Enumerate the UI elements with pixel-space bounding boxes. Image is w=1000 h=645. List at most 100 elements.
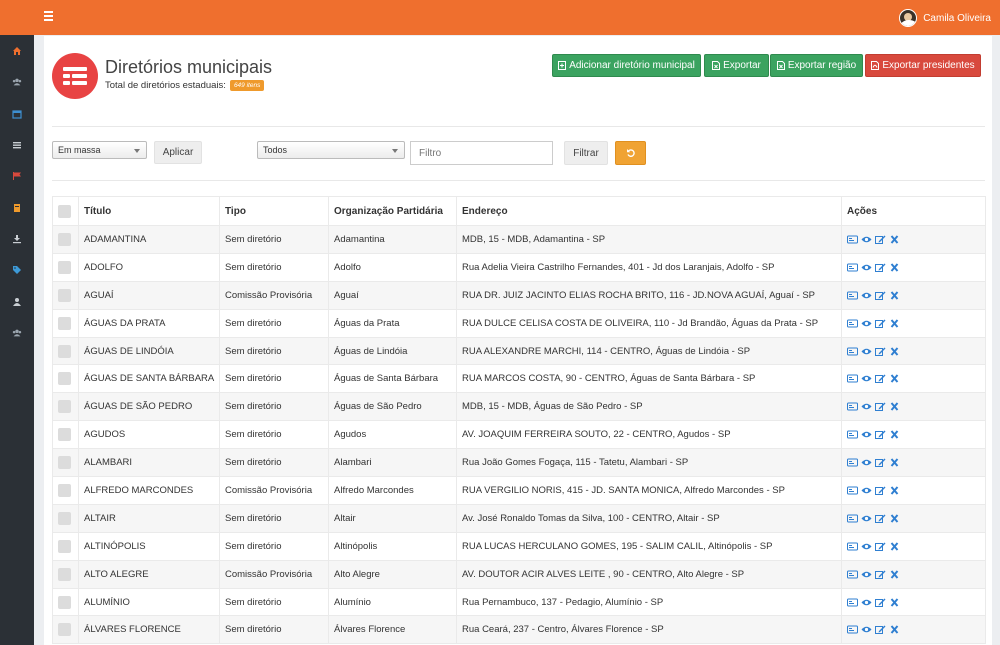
id-card-icon[interactable] <box>847 458 858 467</box>
delete-icon[interactable] <box>889 625 900 635</box>
select-all-checkbox[interactable] <box>58 204 71 218</box>
id-card-icon[interactable] <box>847 235 858 244</box>
view-icon[interactable] <box>861 235 872 244</box>
id-card-icon[interactable] <box>847 625 858 634</box>
sidebar-item-group[interactable] <box>0 323 34 343</box>
sidebar-item-home[interactable] <box>0 41 34 61</box>
row-checkbox[interactable] <box>58 539 71 553</box>
delete-icon[interactable] <box>889 263 900 272</box>
sidebar-item-download[interactable] <box>0 229 34 249</box>
view-icon[interactable] <box>861 458 872 467</box>
row-checkbox[interactable] <box>58 456 71 470</box>
apply-button[interactable]: Aplicar <box>154 141 202 164</box>
view-icon[interactable] <box>861 291 872 300</box>
id-card-icon[interactable] <box>847 598 858 607</box>
export-button[interactable]: Exportar <box>704 54 769 77</box>
edit-icon[interactable] <box>875 347 886 356</box>
delete-icon[interactable] <box>889 597 900 607</box>
edit-icon[interactable] <box>875 458 886 468</box>
table-row[interactable]: ÁGUAS DE SANTA BÁRBARA Sem diretório Águas… <box>52 364 986 394</box>
row-checkbox[interactable] <box>58 260 71 274</box>
table-row[interactable]: ÁGUAS DE SÃO PEDRO Sem diretório Águas de … <box>52 392 986 422</box>
view-icon[interactable] <box>861 570 872 579</box>
sidebar-item-flag[interactable] <box>0 166 34 186</box>
table-row[interactable]: AGUAÍ Comissão Provisória Aguaí RUA DR. JUI… <box>52 280 986 310</box>
table-row[interactable]: ÁLVARES FLORENCE Sem diretório Álvares Flo… <box>52 615 986 645</box>
delete-icon[interactable] <box>889 235 900 244</box>
delete-icon[interactable] <box>889 542 900 551</box>
row-checkbox[interactable] <box>58 372 71 386</box>
id-card-icon[interactable] <box>847 319 858 328</box>
row-checkbox[interactable] <box>58 483 71 497</box>
column-header-org[interactable]: Organização Partidária <box>328 196 457 226</box>
table-row[interactable]: ALFREDO MARCONDES Comissão Provisória Alfr… <box>52 476 986 505</box>
view-icon[interactable] <box>861 374 872 383</box>
edit-icon[interactable] <box>875 542 886 551</box>
view-icon[interactable] <box>861 319 872 328</box>
column-header-title[interactable]: Título <box>78 196 220 226</box>
view-icon[interactable] <box>861 514 872 523</box>
row-checkbox[interactable] <box>58 400 71 414</box>
row-checkbox[interactable] <box>58 567 71 581</box>
sidebar-item-user[interactable] <box>0 292 34 312</box>
sidebar-item-calendar[interactable] <box>0 104 34 124</box>
view-icon[interactable] <box>861 430 872 439</box>
id-card-icon[interactable] <box>847 430 858 439</box>
view-icon[interactable] <box>861 263 872 272</box>
row-checkbox[interactable] <box>58 316 71 330</box>
id-card-icon[interactable] <box>847 263 858 272</box>
edit-icon[interactable] <box>875 430 886 440</box>
export-region-button[interactable]: Exportar região <box>770 54 863 77</box>
id-card-icon[interactable] <box>847 570 858 579</box>
view-icon[interactable] <box>861 486 872 495</box>
view-icon[interactable] <box>861 598 872 607</box>
edit-icon[interactable] <box>875 570 886 579</box>
id-card-icon[interactable] <box>847 347 858 356</box>
delete-icon[interactable] <box>889 569 900 579</box>
row-checkbox[interactable] <box>58 511 71 525</box>
export-presidents-button[interactable]: Exportar presidentes <box>865 54 981 77</box>
view-icon[interactable] <box>861 542 872 551</box>
menu-toggle-icon[interactable] <box>44 11 54 24</box>
table-row[interactable]: ADAMANTINA Sem diretório Adamantina MDB, 15… <box>52 225 986 254</box>
row-checkbox[interactable] <box>58 428 71 442</box>
id-card-icon[interactable] <box>847 291 858 300</box>
sidebar-item-book[interactable] <box>0 198 34 218</box>
edit-icon[interactable] <box>875 514 886 523</box>
edit-icon[interactable] <box>875 374 886 384</box>
row-checkbox[interactable] <box>58 288 71 302</box>
delete-icon[interactable] <box>889 458 900 467</box>
table-row[interactable]: ÁGUAS DE LINDÓIA Sem diretório Águas de Li… <box>52 336 986 366</box>
edit-icon[interactable] <box>875 291 886 300</box>
view-icon[interactable] <box>861 347 872 356</box>
view-icon[interactable] <box>861 402 872 411</box>
sidebar-item-list[interactable] <box>0 135 34 155</box>
id-card-icon[interactable] <box>847 514 858 523</box>
reset-button[interactable] <box>615 141 646 165</box>
delete-icon[interactable] <box>889 374 900 384</box>
delete-icon[interactable] <box>889 514 900 523</box>
delete-icon[interactable] <box>889 430 900 439</box>
delete-icon[interactable] <box>889 346 900 356</box>
table-row[interactable]: ADOLFO Sem diretório Adolfo Rua Adelia Viei… <box>52 252 986 282</box>
id-card-icon[interactable] <box>847 542 858 551</box>
id-card-icon[interactable] <box>847 486 858 495</box>
filter-button[interactable]: Filtrar <box>564 141 608 165</box>
sidebar-item-tag[interactable] <box>0 260 34 280</box>
row-checkbox[interactable] <box>58 344 71 358</box>
edit-icon[interactable] <box>875 486 886 495</box>
bulk-action-select[interactable]: Em massa <box>52 141 147 159</box>
column-header-address[interactable]: Endereço <box>456 196 842 226</box>
user-menu[interactable]: Camila Oliveira <box>899 9 991 27</box>
id-card-icon[interactable] <box>847 374 858 383</box>
edit-icon[interactable] <box>875 402 886 412</box>
row-checkbox[interactable] <box>58 232 71 246</box>
edit-icon[interactable] <box>875 625 886 635</box>
delete-icon[interactable] <box>889 402 900 411</box>
table-row[interactable]: ALTAIR Sem diretório Altair Av. José Ronald… <box>52 503 986 533</box>
column-header-type[interactable]: Tipo <box>219 196 329 226</box>
sidebar-item-users[interactable] <box>0 72 34 92</box>
edit-icon[interactable] <box>875 598 886 607</box>
table-row[interactable]: AGUDOS Sem diretório Agudos AV. JOAQUIM FER… <box>52 420 986 450</box>
delete-icon[interactable] <box>889 318 900 328</box>
